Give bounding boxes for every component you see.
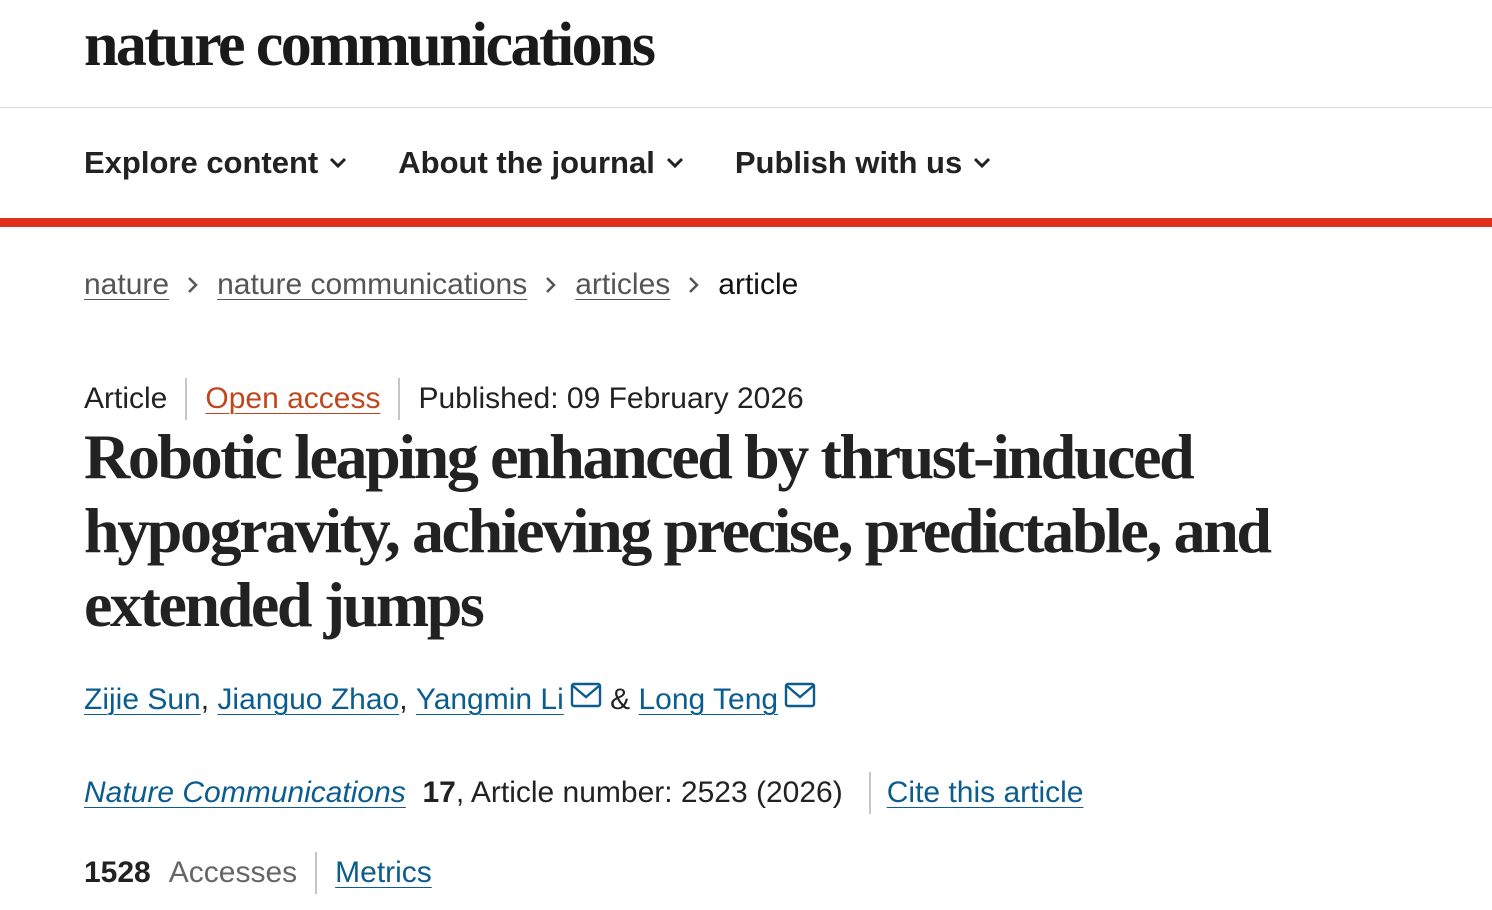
accesses-count: 1528 — [84, 856, 151, 889]
article-meta: Article Open access Published: 09 Februa… — [84, 378, 804, 420]
journal-logo[interactable]: nature communications — [84, 14, 656, 76]
accesses-label: Accesses — [168, 856, 298, 889]
author-link[interactable]: Long Teng — [638, 683, 778, 717]
chevron-down-icon — [328, 156, 348, 170]
chevron-right-icon — [545, 276, 557, 294]
breadcrumb-nature[interactable]: nature — [84, 268, 169, 302]
nav-label: Explore content — [84, 145, 319, 180]
article-type: Article — [84, 382, 168, 415]
masthead: nature communications — [0, 0, 1492, 108]
mail-icon[interactable] — [570, 682, 602, 708]
cite-this-article-link[interactable]: Cite this article — [887, 776, 1084, 810]
author-separator: , — [200, 683, 210, 716]
divider — [185, 378, 188, 420]
nav-publish-with-us[interactable]: Publish with us — [735, 145, 992, 181]
author-separator: , — [399, 683, 408, 716]
nav-explore-content[interactable]: Explore content — [84, 145, 348, 181]
citation-line: Nature Communications 17 , Article numbe… — [84, 772, 1083, 814]
chevron-down-icon — [665, 156, 685, 170]
article-title: Robotic leaping enhanced by thrust-induc… — [84, 421, 1272, 640]
metrics-line: 1528 Accesses Metrics — [84, 852, 432, 894]
chevron-down-icon — [972, 156, 992, 170]
breadcrumb-articles[interactable]: articles — [575, 268, 670, 302]
chevron-right-icon — [187, 276, 199, 294]
breadcrumb-nature-communications[interactable]: nature communications — [217, 268, 527, 302]
divider — [868, 772, 871, 814]
divider — [315, 852, 318, 894]
nav-about-the-journal[interactable]: About the journal — [398, 145, 685, 181]
author-link[interactable]: Yangmin Li — [416, 683, 564, 717]
main-nav: Explore content About the journal Publis… — [0, 108, 1492, 218]
author-ampersand: & — [610, 683, 631, 716]
author-list: Zijie Sun , Jianguo Zhao , Yangmin Li & … — [84, 682, 816, 717]
article-number: , Article number: 2523 (2026) — [455, 776, 843, 809]
published-date: Published: 09 February 2026 — [418, 382, 804, 415]
accent-bar — [0, 218, 1492, 227]
author-link[interactable]: Zijie Sun — [84, 683, 201, 717]
volume-number: 17 — [422, 776, 456, 809]
nav-label: Publish with us — [734, 145, 963, 180]
metrics-link[interactable]: Metrics — [335, 856, 432, 890]
breadcrumb: nature nature communications articles ar… — [84, 268, 798, 302]
divider — [398, 378, 401, 420]
breadcrumb-current: article — [718, 268, 799, 301]
chevron-right-icon — [688, 276, 700, 294]
mail-icon[interactable] — [784, 682, 816, 708]
journal-name-link[interactable]: Nature Communications — [84, 776, 406, 810]
author-link[interactable]: Jianguo Zhao — [217, 683, 399, 717]
nav-label: About the journal — [398, 145, 655, 180]
open-access-link[interactable]: Open access — [205, 382, 380, 416]
